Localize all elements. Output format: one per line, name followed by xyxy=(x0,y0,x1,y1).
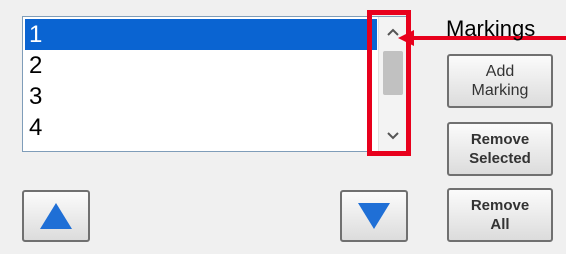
add-marking-label: Add Marking xyxy=(471,63,529,99)
markings-title: Markings xyxy=(446,16,536,41)
move-up-button[interactable] xyxy=(22,190,90,242)
remove-selected-button[interactable]: Remove Selected xyxy=(447,122,553,176)
list-item[interactable]: 4 xyxy=(25,112,377,143)
add-marking-button[interactable]: Add Marking xyxy=(447,54,553,108)
triangle-up-icon xyxy=(40,203,72,229)
move-down-button[interactable] xyxy=(340,190,408,242)
markings-list[interactable]: 1 2 3 4 xyxy=(22,16,408,152)
list-item[interactable]: 2 xyxy=(25,50,377,81)
list-items: 1 2 3 4 xyxy=(25,19,377,149)
remove-all-label: Remove All xyxy=(470,197,530,233)
remove-selected-label: Remove Selected xyxy=(469,131,531,167)
list-item[interactable]: 3 xyxy=(25,81,377,112)
list-item[interactable]: 1 xyxy=(25,19,377,50)
remove-all-button[interactable]: Remove All xyxy=(447,188,553,242)
triangle-down-icon xyxy=(358,203,390,229)
